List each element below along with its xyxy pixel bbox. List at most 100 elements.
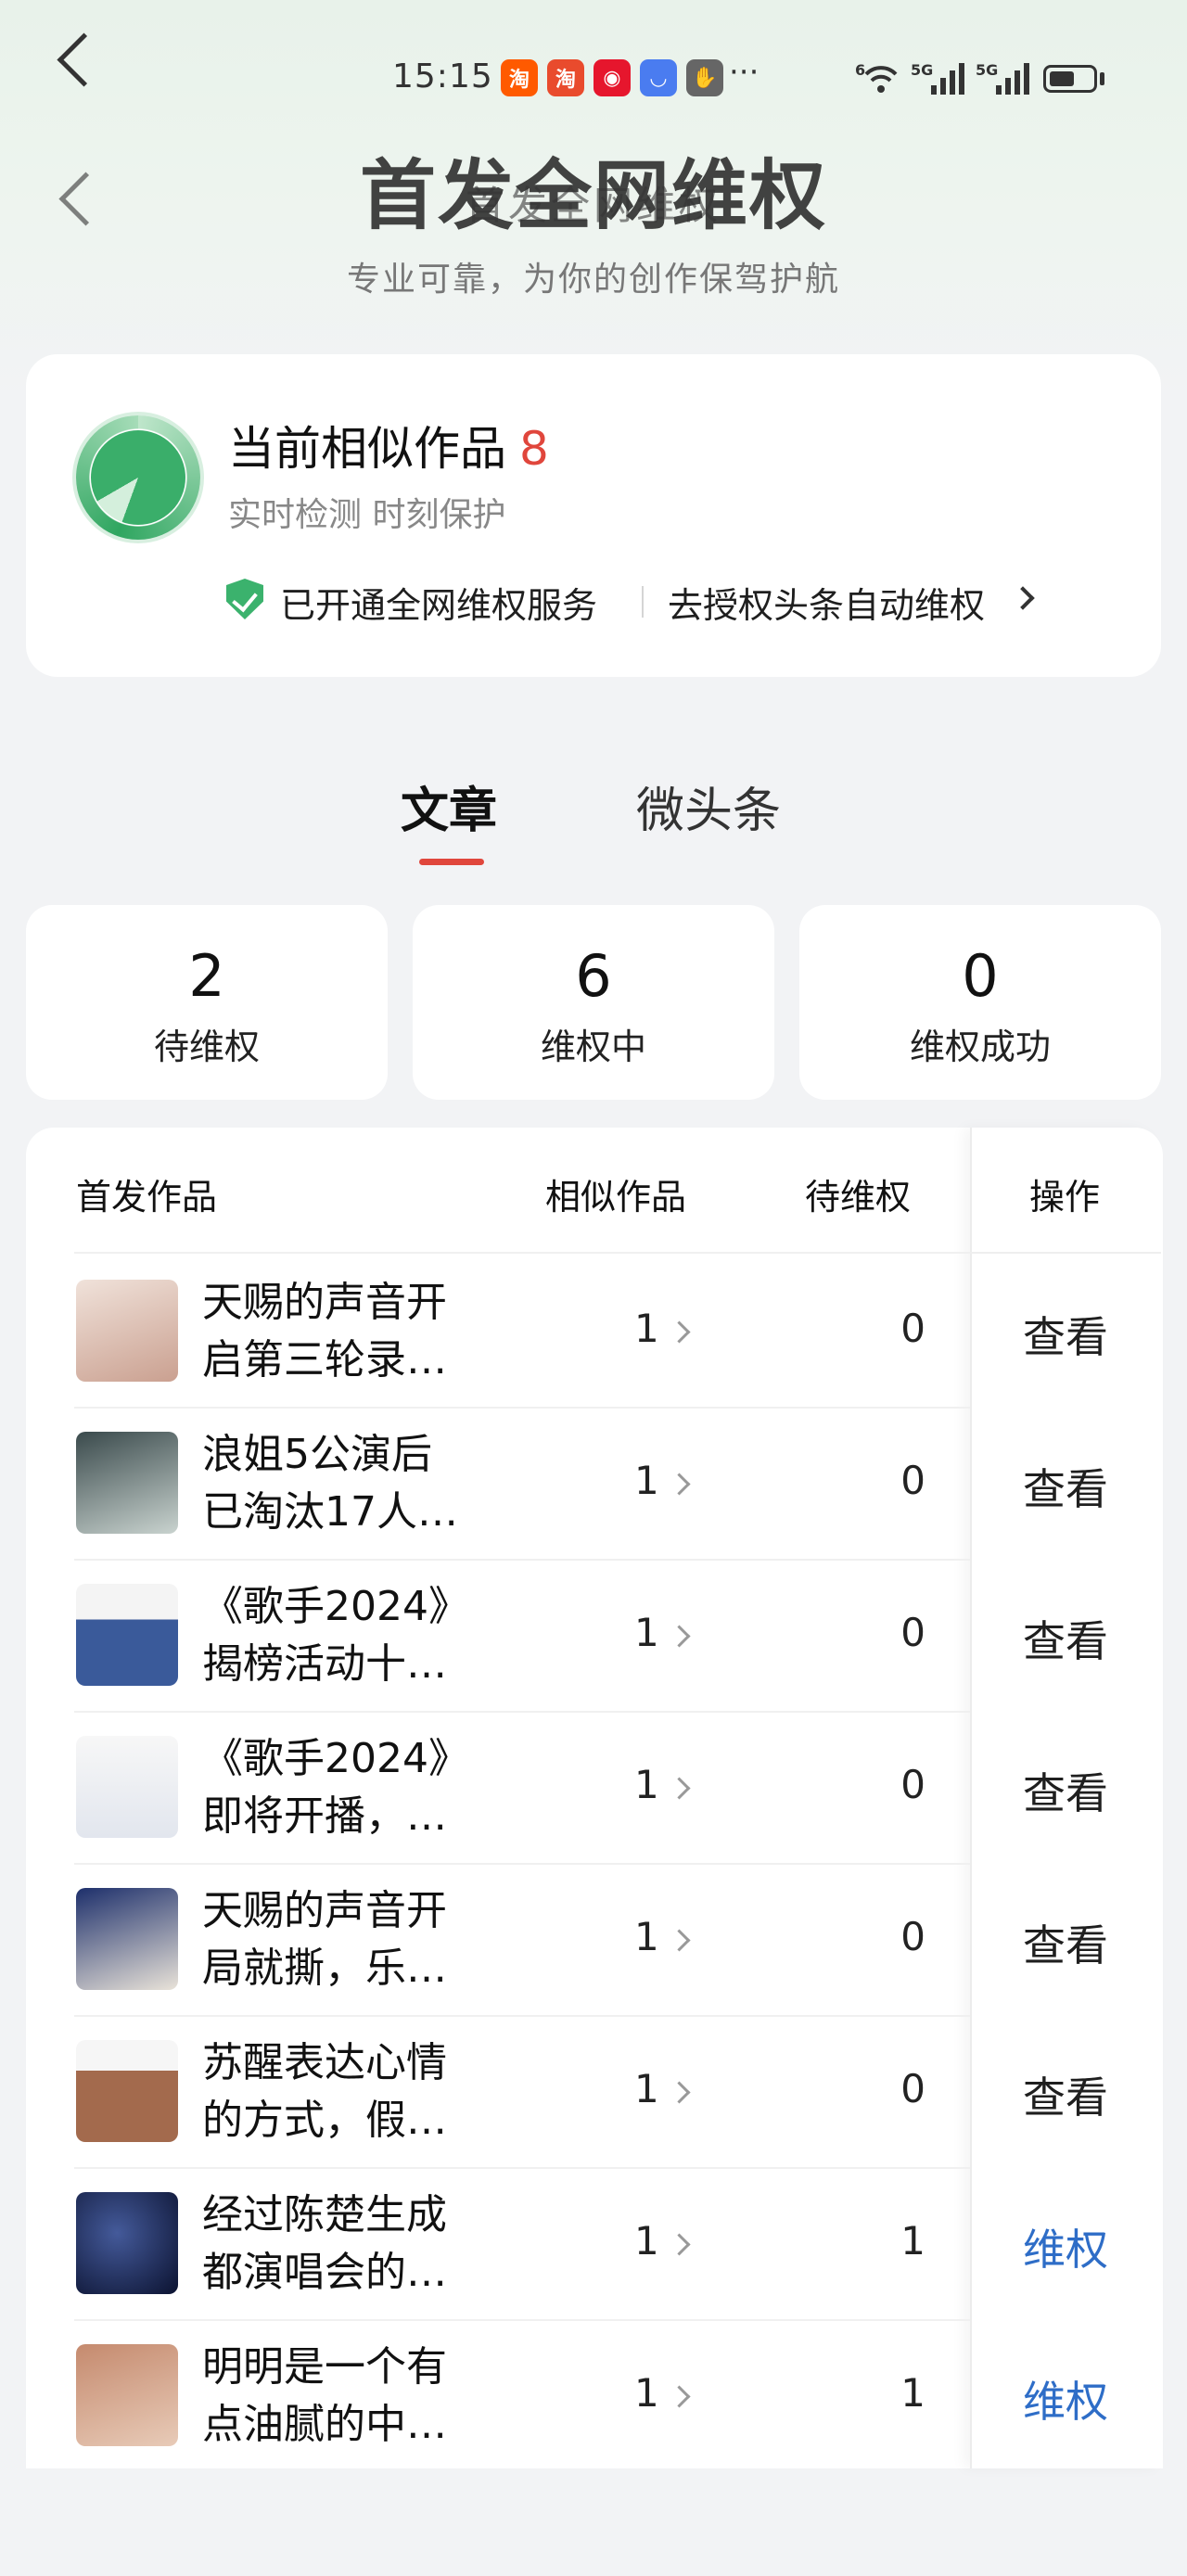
row-divider	[74, 2015, 970, 2017]
row-divider	[74, 1559, 970, 1561]
row-divider	[74, 1407, 970, 1409]
pending-count: 1	[900, 2370, 925, 2416]
work-title[interactable]: 苏醒表达心情 的方式，假…	[202, 2034, 471, 2149]
similar-count[interactable]: 1	[634, 1914, 659, 1959]
similar-works-heading: 当前相似作品 8	[228, 412, 549, 478]
protect-rights-button[interactable]: 维权	[970, 2368, 1161, 2429]
similar-count[interactable]: 1	[634, 2218, 659, 2264]
work-thumbnail	[76, 2344, 178, 2446]
work-title-line2: 点油腻的中…	[202, 2401, 447, 2448]
work-thumbnail	[76, 1584, 178, 1686]
work-title[interactable]: 明明是一个有 点油腻的中…	[202, 2339, 471, 2454]
pending-count: 0	[900, 1610, 925, 1655]
weibo-icon: ◉	[594, 59, 631, 96]
signal-icon-2	[996, 59, 1029, 95]
work-title-line1: 《歌手2024》	[202, 1735, 469, 1782]
stat-card-pending[interactable]: 2 待维权	[26, 905, 388, 1100]
authorize-auto-protect-link[interactable]: 去授权头条自动维权	[668, 577, 985, 628]
work-thumbnail	[76, 1888, 178, 1990]
protect-rights-button[interactable]: 维权	[970, 2216, 1161, 2277]
similar-count[interactable]: 1	[634, 2370, 659, 2416]
view-button[interactable]: 查看	[970, 1608, 1161, 1669]
battery-icon	[1043, 65, 1097, 93]
similar-count[interactable]: 1	[634, 1762, 659, 1807]
signal-icon-1	[931, 59, 964, 95]
work-title-line2: 即将开播，…	[202, 1792, 447, 1840]
row-divider	[74, 2167, 970, 2169]
network-label-1: 5G	[911, 61, 934, 79]
stat-label: 维权中	[540, 1027, 646, 1067]
taobao-icon: 淘	[501, 59, 538, 96]
view-button[interactable]: 查看	[970, 1760, 1161, 1821]
stat-card-in-progress[interactable]: 6 维权中	[413, 905, 774, 1100]
protection-ring-progress	[91, 430, 185, 525]
app-hand-icon: ✋	[686, 59, 723, 96]
work-title-line1: 经过陈楚生成	[202, 2191, 447, 2238]
taobao-alt-icon: 淘	[547, 59, 584, 96]
header-pending: 待维权	[805, 1177, 912, 1218]
view-button[interactable]: 查看	[970, 1456, 1161, 1517]
view-button[interactable]: 查看	[970, 2064, 1161, 2125]
row-divider	[74, 1711, 970, 1713]
similar-count[interactable]: 1	[634, 1458, 659, 1503]
work-title-line2: 局就撕，乐…	[202, 1945, 447, 1992]
stat-value: 6	[575, 942, 612, 1010]
network-label-2: 5G	[976, 61, 999, 79]
row-divider	[74, 2319, 970, 2321]
pending-count: 0	[900, 1914, 925, 1959]
work-title[interactable]: 经过陈楚生成 都演唱会的…	[202, 2187, 471, 2302]
work-title-line2: 都演唱会的…	[202, 2249, 447, 2296]
work-title-line1: 天赐的声音开	[202, 1279, 447, 1326]
work-title-line1: 浪姐5公演后	[202, 1431, 432, 1478]
row-divider	[74, 1863, 970, 1865]
stat-value: 0	[962, 942, 999, 1010]
header-action: 操作	[1029, 1177, 1101, 1218]
work-title[interactable]: 天赐的声音开 启第三轮录…	[202, 1274, 471, 1389]
active-tab-indicator	[419, 859, 484, 865]
work-title-line1: 《歌手2024》	[202, 1583, 469, 1630]
status-time: 15:15	[392, 57, 493, 96]
header-work: 首发作品	[76, 1177, 218, 1218]
stat-value: 2	[188, 942, 225, 1010]
pending-count: 0	[900, 1762, 925, 1807]
work-title-line2: 揭榜活动十…	[202, 1640, 447, 1688]
service-status-text: 已开通全网维权服务	[280, 585, 598, 626]
work-title-line1: 明明是一个有	[202, 2343, 447, 2391]
view-button[interactable]: 查看	[970, 1304, 1161, 1365]
work-thumbnail	[76, 1432, 178, 1534]
similar-count[interactable]: 1	[634, 1610, 659, 1655]
stat-label: 维权成功	[909, 1027, 1051, 1067]
page-subtitle: 专业可靠，为你的创作保驾护航	[346, 261, 840, 299]
pending-count: 0	[900, 2066, 925, 2111]
pending-count: 0	[900, 1458, 925, 1503]
view-button[interactable]: 查看	[970, 1912, 1161, 1973]
header-divider	[970, 1252, 1161, 1254]
stat-card-success[interactable]: 0 维权成功	[799, 905, 1161, 1100]
work-title[interactable]: 《歌手2024》 即将开播，…	[202, 1730, 471, 1845]
header-divider-left	[74, 1252, 970, 1254]
more-notifications-icon: ···	[729, 54, 759, 91]
header-similar: 相似作品	[545, 1177, 687, 1218]
work-title-line2: 的方式，假…	[202, 2097, 447, 2144]
similar-count[interactable]: 1	[634, 1306, 659, 1351]
similar-count[interactable]: 1	[634, 2066, 659, 2111]
work-title-line1: 苏醒表达心情	[202, 2039, 447, 2086]
tab-articles[interactable]: 文章	[401, 772, 497, 841]
work-thumbnail	[76, 1736, 178, 1838]
app-blue-icon: ◡	[640, 59, 677, 96]
summary-card	[26, 354, 1161, 677]
work-title[interactable]: 天赐的声音开 局就撕，乐…	[202, 1882, 471, 1997]
pending-count: 0	[900, 1306, 925, 1351]
battery-tip	[1100, 72, 1104, 85]
wifi-icon	[862, 59, 900, 96]
stat-label: 待维权	[153, 1027, 260, 1067]
divider	[642, 586, 644, 618]
work-title-line1: 天赐的声音开	[202, 1887, 447, 1934]
tab-micro-headlines[interactable]: 微头条	[636, 772, 781, 841]
page-title: 首发全网维权	[359, 152, 827, 240]
work-thumbnail	[76, 2192, 178, 2294]
work-thumbnail	[76, 2040, 178, 2142]
work-title[interactable]: 浪姐5公演后 已淘汰17人…	[202, 1426, 471, 1541]
similar-works-label: 当前相似作品	[228, 422, 506, 476]
work-title[interactable]: 《歌手2024》 揭榜活动十…	[202, 1578, 471, 1693]
